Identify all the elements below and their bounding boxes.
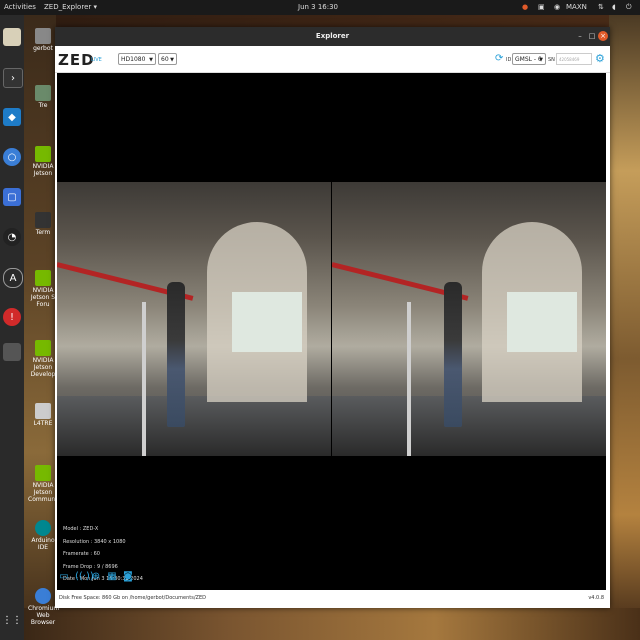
info-resolution: Resolution : 3840 x 1080 (63, 538, 126, 545)
settings-icon[interactable]: ⊕ (91, 571, 101, 583)
chevron-down-icon: ▼ (539, 57, 543, 63)
window-title: Explorer (315, 32, 350, 40)
status-bar: Disk Free Space: 860 Gb on /home/gerbot/… (55, 592, 610, 608)
camera-id-select[interactable]: GMSL - 0 ▼ (512, 53, 546, 65)
document-icon (35, 403, 51, 419)
desktop-icon-trash[interactable]: Tre (28, 85, 58, 109)
nvidia-icon (35, 465, 51, 481)
volume-icon[interactable]: ◖ (612, 3, 616, 11)
disk-space: Disk Free Space: 860 Gb on /home/gerbot/… (59, 595, 206, 601)
toolbar: ZED LIVE HD1080 ▼ 60 ▼ ⟳ ID GMSL - 0 ▼ S… (55, 46, 610, 73)
info-framerate: Framerate : 60 (63, 551, 100, 557)
desktop-icon-community[interactable]: NVIDIA Jetson Communit (28, 465, 60, 503)
desktop-icon-home[interactable]: gerbot (28, 28, 58, 52)
id-label: ID (506, 57, 512, 63)
camera-icon[interactable]: ◙ (123, 571, 133, 583)
terminal-icon (35, 212, 51, 228)
live-badge: LIVE (91, 57, 102, 63)
power-icon[interactable]: ⏻ (626, 3, 632, 12)
chromium-icon (35, 588, 51, 604)
desktop-icon-label: NVIDIA Jetson Develop (30, 357, 56, 378)
sn-label: SN (548, 57, 555, 63)
apps-grid-icon[interactable]: ⋮⋮ (2, 611, 22, 629)
zed-logo: ZED (58, 51, 95, 69)
resolution-select[interactable]: HD1080 ▼ (118, 53, 156, 65)
desktop-icon-chromium[interactable]: Chromium Web Browser (28, 588, 60, 626)
chrome-tray-icon[interactable]: ● (522, 3, 528, 11)
fps-select[interactable]: 60 ▼ (158, 53, 177, 65)
left-camera-image (57, 182, 331, 456)
minimize-button[interactable]: – (575, 31, 585, 41)
nvidia-icon (35, 146, 51, 162)
nvidia-icon (35, 270, 51, 286)
obs-icon[interactable]: ◔ (3, 228, 21, 246)
chromium-icon[interactable]: ○ (3, 148, 21, 166)
wifi-icon[interactable]: ◉ (554, 3, 560, 11)
vscode-icon[interactable]: ◆ (3, 108, 21, 126)
home-icon (35, 28, 51, 44)
trash-icon (35, 85, 51, 101)
error-icon[interactable]: ! (3, 308, 21, 326)
clock[interactable]: Jun 3 16:30 (298, 3, 338, 11)
chevron-down-icon: ▼ (149, 57, 153, 63)
arduino-icon (35, 520, 51, 536)
desktop-icon-jetson[interactable]: NVIDIA Jetson (28, 146, 58, 177)
desktop-icon-label: Chromium Web Browser (28, 605, 60, 626)
desktop-icon-label: NVIDIA Jetson S Foru (30, 287, 56, 308)
desktop-icon-forum[interactable]: NVIDIA Jetson S Foru (28, 270, 58, 308)
fps-value: 60 (161, 56, 169, 63)
top-bar: Activities ZED_Explorer ▾ Jun 3 16:30 ● … (0, 0, 640, 15)
folder-icon[interactable]: ▭ (59, 571, 69, 583)
version-label: v4.0.8 (588, 595, 604, 601)
right-camera-image (332, 182, 606, 456)
resolution-value: HD1080 (121, 56, 146, 63)
desktop-icon-developer[interactable]: NVIDIA Jetson Develop (28, 340, 58, 378)
terminal-icon[interactable]: › (3, 68, 23, 88)
refresh-icon[interactable]: ⟳ (495, 53, 503, 64)
desktop-icon-label: NVIDIA Jetson Communit (28, 482, 60, 503)
app-menu[interactable]: ZED_Explorer ▾ (44, 3, 97, 11)
chevron-down-icon: ▼ (170, 57, 174, 63)
close-button[interactable]: × (598, 31, 608, 41)
stream-icon[interactable]: ((·)) (75, 571, 94, 583)
desktop-icon-label: L4TRE (33, 420, 53, 427)
network-icon[interactable]: ⇅ (598, 3, 604, 11)
dock: › ◆ ○ ▢ ◔ A ! ⋮⋮ (0, 15, 24, 640)
desktop-icon-label: Arduino IDE (31, 537, 55, 551)
desktop-icon-terminal[interactable]: Term (28, 212, 58, 236)
serial-number-field[interactable]: 42058469 (556, 53, 592, 65)
desktop-icon-label: Term (35, 229, 51, 236)
video-icon[interactable]: ▦ (107, 571, 117, 583)
camera-id-value: GMSL - 0 (515, 56, 542, 63)
gear-icon[interactable]: ⚙ (595, 52, 605, 65)
screenshot-icon[interactable]: ▢ (3, 188, 21, 206)
wallpaper-right (609, 15, 640, 640)
activities-button[interactable]: Activities (4, 3, 36, 11)
explorer-window: Explorer – □ × ZED LIVE HD1080 ▼ 60 ▼ ⟳ … (55, 27, 610, 608)
desktop-icon-label: Tre (38, 102, 48, 109)
maximize-button[interactable]: □ (587, 31, 597, 41)
desktop-icon-label: gerbot (33, 45, 53, 52)
nvidia-tray-icon[interactable]: ▣ (538, 3, 545, 11)
desktop-icon-arduino[interactable]: Arduino IDE (28, 520, 58, 551)
files-icon[interactable] (3, 28, 21, 46)
active-app-icon[interactable] (3, 343, 21, 361)
wallpaper-bottom (24, 608, 640, 640)
keyboard-indicator[interactable]: MAXN (566, 3, 587, 11)
desktop-icon-label: NVIDIA Jetson (32, 163, 54, 177)
camera-viewport: Model : ZED-X Resolution : 3840 x 1080 F… (57, 73, 606, 590)
title-bar[interactable]: Explorer – □ × (55, 27, 610, 46)
software-icon[interactable]: A (3, 268, 23, 288)
desktop-icon-l4t[interactable]: L4TRE (28, 403, 58, 427)
info-model: Model : ZED-X (63, 526, 99, 532)
nvidia-icon (35, 340, 51, 356)
